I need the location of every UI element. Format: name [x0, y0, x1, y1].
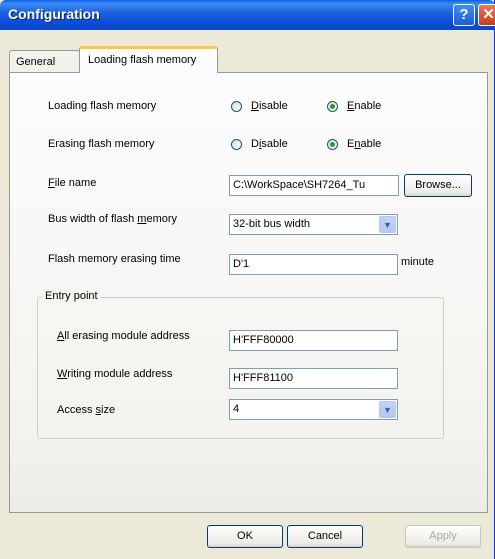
erase-time-field[interactable]: D'1: [229, 254, 398, 275]
erasing-disable-label[interactable]: Disable: [251, 138, 288, 150]
title-bar[interactable]: Configuration ? ✕: [0, 0, 495, 30]
erasing-disable-radio[interactable]: [231, 139, 242, 150]
entry-point-title: Entry point: [42, 290, 101, 302]
loading-disable-label[interactable]: Disable: [251, 100, 288, 112]
chevron-down-icon[interactable]: ▼: [379, 401, 396, 418]
ok-button[interactable]: OK: [207, 525, 283, 548]
loading-enable-radio[interactable]: [327, 101, 338, 112]
all-erasing-label: All erasing module address: [57, 330, 190, 342]
writing-label: Writing module address: [57, 368, 173, 380]
access-size-select[interactable]: 4 ▼: [229, 399, 398, 420]
tab-general-label: General: [16, 56, 56, 68]
erase-time-label: Flash memory erasing time: [48, 253, 181, 265]
bus-width-select[interactable]: 32-bit bus width ▼: [229, 214, 398, 235]
close-icon[interactable]: ✕: [478, 4, 495, 26]
tab-loading-flash-memory[interactable]: Loading flash memory: [79, 46, 218, 73]
browse-button[interactable]: Browse...: [404, 174, 472, 197]
erasing-flash-label: Erasing flash memory: [48, 138, 155, 150]
tab-general[interactable]: General: [9, 50, 80, 72]
file-name-label: File name: [48, 177, 97, 189]
bus-width-value: 32-bit bus width: [233, 218, 311, 230]
loading-enable-label[interactable]: Enable: [347, 100, 381, 112]
apply-button[interactable]: Apply: [405, 525, 481, 548]
tab-loading-flash-memory-label: Loading flash memory: [88, 54, 197, 66]
bus-width-label: Bus width of flash memory: [48, 213, 178, 225]
help-button[interactable]: ?: [453, 4, 475, 26]
erasing-enable-radio[interactable]: [327, 139, 338, 150]
access-size-value: 4: [233, 403, 240, 415]
access-size-label: Access size: [57, 404, 116, 416]
file-name-field[interactable]: C:\WorkSpace\SH7264_Tu: [229, 175, 399, 196]
all-erasing-field[interactable]: H'FFF80000: [229, 330, 398, 351]
writing-field[interactable]: H'FFF81100: [229, 368, 398, 389]
configuration-dialog: Configuration ? ✕ General Loading flash …: [0, 0, 495, 559]
window-title: Configuration: [8, 6, 100, 22]
loading-flash-label: Loading flash memory: [48, 100, 157, 112]
chevron-down-icon[interactable]: ▼: [379, 216, 396, 233]
loading-disable-radio[interactable]: [231, 101, 242, 112]
erasing-enable-label[interactable]: Enable: [347, 138, 381, 150]
erase-time-unit: minute: [401, 256, 435, 268]
cancel-button[interactable]: Cancel: [287, 525, 363, 548]
